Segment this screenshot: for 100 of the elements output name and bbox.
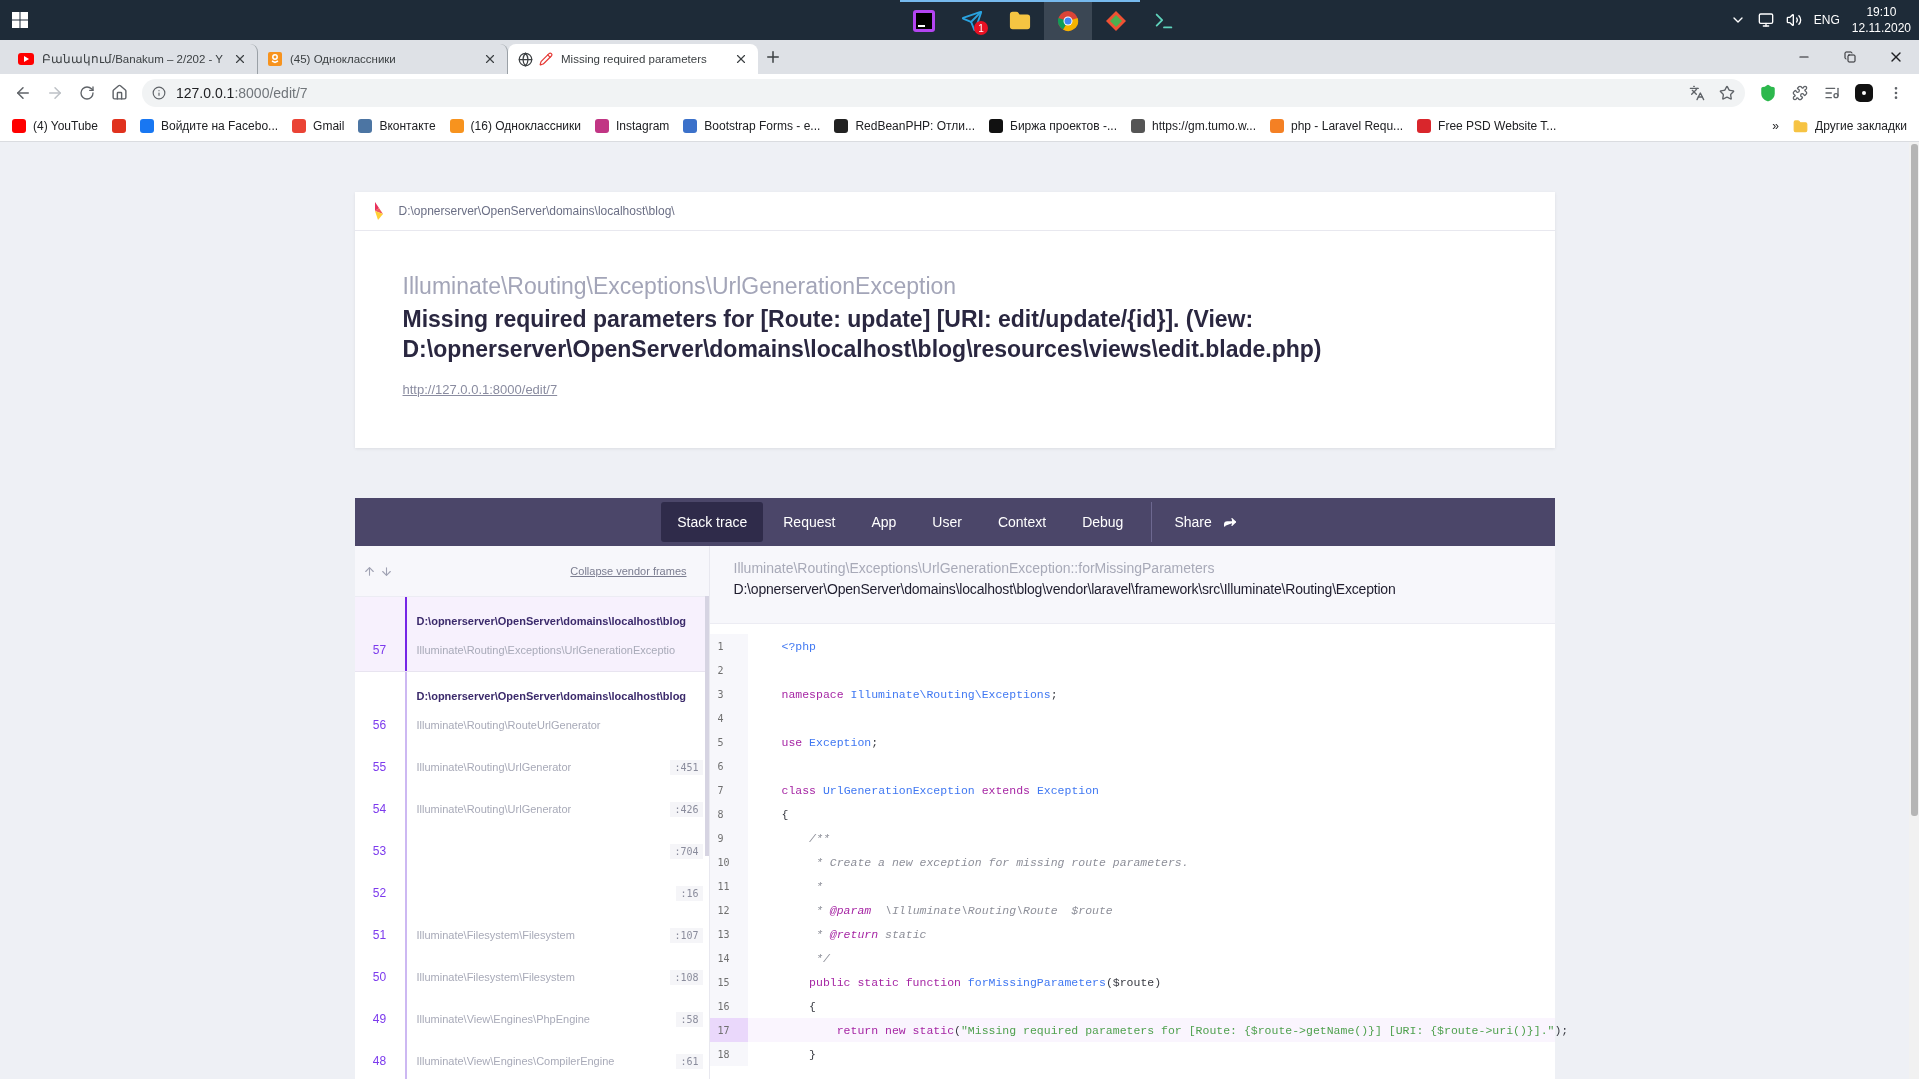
code-line: */ xyxy=(815,951,830,965)
bookmark[interactable]: (16) Одноклассники xyxy=(449,119,581,133)
paper-plane-icon xyxy=(960,10,983,32)
frame-line-number: :426 xyxy=(670,801,703,817)
frame-line-number: :704 xyxy=(670,843,703,859)
home-icon xyxy=(110,84,128,101)
bookmark[interactable]: Войдите на Facebo... xyxy=(139,119,279,133)
project-path: D:\opnerserver\OpenServer\domains\localhost\blog\ xyxy=(398,204,675,218)
exception-message: Missing required parameters for [Route: update] [URI: edit/update/{id}]. (View: D:\opnerserver\OpenServer\domains\localhost\blog\resources\views\edit.blade.php) xyxy=(402,305,1323,364)
speaker-icon[interactable] xyxy=(1785,12,1802,28)
frame-line-number: :108 xyxy=(670,969,703,985)
scrollbar-thumb[interactable] xyxy=(1910,144,1918,816)
frame-number: 49 xyxy=(371,1011,388,1028)
notification-badge: 1 xyxy=(973,21,988,35)
puzzle-icon xyxy=(1792,84,1808,101)
reload-icon xyxy=(79,84,95,101)
folder-icon xyxy=(1793,118,1809,134)
frame-number: 54 xyxy=(371,801,388,818)
bookmark[interactable]: Gmail xyxy=(292,119,345,133)
frame-number: 57 xyxy=(371,642,388,659)
line-number: 10 xyxy=(709,850,748,874)
line-number: 14 xyxy=(709,946,748,970)
frame-class: Illuminate\Filesystem\Filesystem xyxy=(416,929,576,941)
line-number: 13 xyxy=(709,922,748,946)
nav-tab[interactable]: App xyxy=(855,502,913,542)
address-bar[interactable]: 127.0.0.1:8000/edit/7 xyxy=(142,78,1745,107)
frame-line-number: :61 xyxy=(676,1053,703,1069)
line-number: 11 xyxy=(709,874,748,898)
frame-number: 56 xyxy=(371,717,388,734)
line-number: 15 xyxy=(709,970,748,994)
more-bookmarks-button[interactable]: » xyxy=(1772,119,1780,133)
nav-tab[interactable]: Debug xyxy=(1066,502,1140,542)
bookmark-icon[interactable] xyxy=(111,119,126,133)
line-number: 3 xyxy=(709,682,748,706)
code-line: <?php xyxy=(780,639,816,653)
close-icon[interactable] xyxy=(483,52,497,66)
frame-number: 50 xyxy=(371,969,388,986)
frame-file: D:\opnerserver\OpenServer\domains\localhost\blog xyxy=(416,690,688,702)
frame-line-number: :16 xyxy=(676,885,703,901)
close-icon[interactable] xyxy=(233,52,247,66)
browser-tab[interactable]: Missing required parameters xyxy=(508,44,758,74)
code-line: * Create a new exception for missing route parameters. xyxy=(815,855,1189,869)
line-number: 12 xyxy=(709,898,748,922)
code-line: } xyxy=(808,1047,816,1061)
avatar-icon xyxy=(1855,83,1873,102)
code-line: * xyxy=(815,879,823,893)
frame-number: 53 xyxy=(371,843,388,860)
folder-icon xyxy=(1008,10,1031,32)
line-number: 8 xyxy=(709,802,748,826)
share-button[interactable]: Share xyxy=(1164,502,1248,542)
line-number: 16 xyxy=(709,994,748,1018)
bookmark[interactable]: Bootstrap Forms - e... xyxy=(683,119,821,133)
bookmark[interactable]: php - Laravel Requ... xyxy=(1270,119,1404,133)
line-number: 9 xyxy=(709,826,748,850)
translate-icon[interactable] xyxy=(1689,84,1705,101)
nav-tab[interactable]: Request xyxy=(767,502,852,542)
bookmark[interactable]: Instagram xyxy=(594,119,670,133)
code-line: return new static("Missing required parameters for [Route: {$route->getName()}] [URI: {$route->uri()}]."); xyxy=(835,1023,1569,1037)
frame-class: Illuminate\Routing\UrlGenerator xyxy=(416,803,573,815)
bookmark[interactable]: https://gm.tumo.w... xyxy=(1130,119,1256,133)
clock-time: 19:10 xyxy=(1866,4,1897,20)
network-icon[interactable] xyxy=(1757,12,1774,28)
language-indicator[interactable]: ENG xyxy=(1813,13,1840,27)
frame-class: Illuminate\Routing\RouteUrlGenerator xyxy=(416,719,602,731)
clock-date: 12.11.2020 xyxy=(1851,20,1911,36)
star-icon[interactable] xyxy=(1719,84,1735,101)
play-icon xyxy=(18,53,34,65)
frame-number: 51 xyxy=(371,927,388,944)
bookmark[interactable]: RedBeanPHP: Отли... xyxy=(834,119,976,133)
code-line: * @return static xyxy=(815,927,927,941)
bookmark[interactable]: Биржа проектов -... xyxy=(989,119,1117,133)
tab-title: Missing required parameters xyxy=(561,53,708,65)
close-icon[interactable] xyxy=(734,52,748,66)
code-line: public static function forMissingParameters($route) xyxy=(808,975,1162,989)
code-line: class UrlGenerationException extends Exception xyxy=(780,783,1099,797)
bookmark[interactable]: (4) YouTube xyxy=(12,119,98,133)
exception-class: Illuminate\Routing\Exceptions\UrlGenerationException xyxy=(402,273,958,300)
nav-tab[interactable]: Stack trace xyxy=(661,502,764,542)
info-icon[interactable] xyxy=(152,85,166,100)
bookmark[interactable]: Вконтакте xyxy=(358,119,436,133)
plus-icon xyxy=(764,48,782,66)
nav-tab[interactable]: User xyxy=(916,502,978,542)
frame-class: Illuminate\View\Engines\PhpEngine xyxy=(416,1013,591,1025)
frame-class: Illuminate\Routing\UrlGenerator xyxy=(416,761,573,773)
bookmark-folder[interactable]: Другие закладки xyxy=(1793,118,1907,134)
bookmark[interactable]: Free PSD Website T... xyxy=(1417,119,1557,133)
line-number: 18 xyxy=(709,1042,748,1066)
windows-logo-icon[interactable] xyxy=(12,12,28,28)
code-line: /** xyxy=(808,831,830,845)
line-number: 4 xyxy=(709,706,748,730)
nav-tab[interactable]: Context xyxy=(981,502,1063,542)
line-number: 5 xyxy=(709,730,748,754)
frame-line-number: :107 xyxy=(670,927,703,943)
collapse-vendor-frames-link[interactable]: Collapse vendor frames xyxy=(570,565,687,577)
restore-icon xyxy=(1844,51,1856,63)
line-number: 17 xyxy=(709,1018,748,1042)
frame-class: Illuminate\Routing\Exceptions\UrlGenerationExceptio xyxy=(416,644,677,656)
line-number: 7 xyxy=(709,778,748,802)
browser-icon xyxy=(1056,10,1079,32)
taskbar-app[interactable] xyxy=(1043,0,1092,40)
